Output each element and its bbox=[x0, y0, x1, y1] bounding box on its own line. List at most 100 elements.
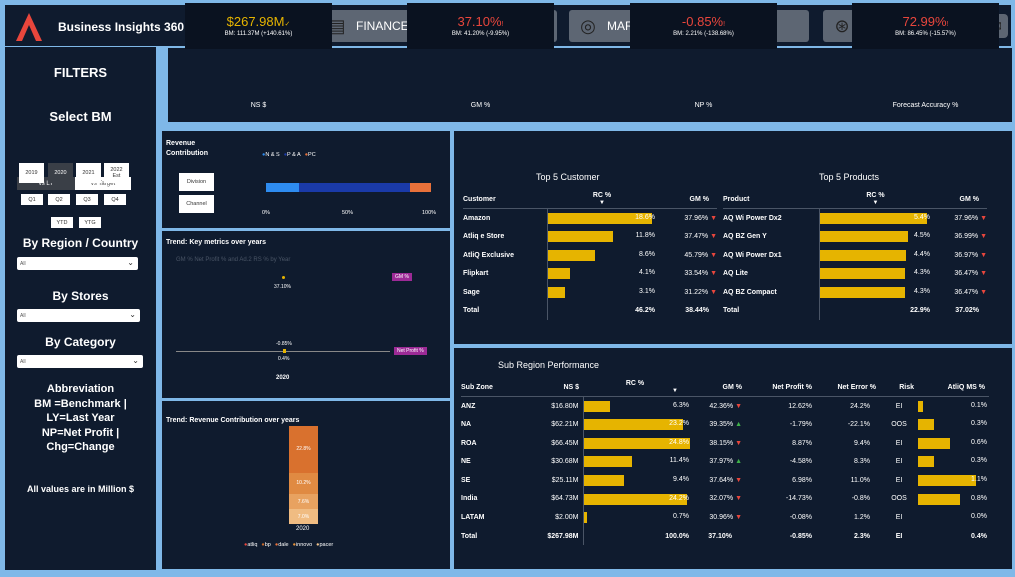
down-triangle-icon: ▼ bbox=[980, 288, 987, 296]
col-header[interactable]: RC % ▼ bbox=[819, 190, 932, 209]
ne-value: 1.2% bbox=[854, 513, 870, 521]
quarter-q1[interactable]: Q1 bbox=[21, 194, 43, 205]
table-row[interactable]: Amazon 18.6% 37.96% ▼ bbox=[463, 208, 717, 228]
total-row: Total 46.2% 38.44% bbox=[463, 301, 717, 321]
col-header[interactable]: Net Error % bbox=[816, 378, 880, 397]
up-triangle-icon: ▲ bbox=[735, 458, 742, 466]
ms-bar bbox=[918, 456, 934, 468]
rc-value: 3.1% bbox=[639, 287, 655, 295]
kpi-card[interactable]: -0.85%! BM: 2.21% (-138.68%) bbox=[630, 3, 777, 49]
table-row[interactable]: NA $62.21M 23.2% 39.35% ▲ -1.79% -22.1% … bbox=[461, 415, 989, 434]
year-2022-est[interactable]: 2022 Est bbox=[104, 163, 129, 183]
col-header[interactable]: AtliQ MS % bbox=[918, 378, 989, 397]
kpi-cards-panel bbox=[168, 48, 1012, 122]
total-label: Total bbox=[463, 307, 480, 315]
gm-value: 39.35% bbox=[709, 420, 734, 428]
kpi-label: NS $ bbox=[250, 102, 267, 109]
table-row[interactable]: Flipkart 4.1% 33.54% ▼ bbox=[463, 264, 717, 283]
np-value: 12.62% bbox=[788, 402, 812, 410]
col-header[interactable]: GM % bbox=[657, 190, 717, 209]
table-row[interactable]: LATAM $2.00M 0.7% 30.96% ▼ -0.08% 1.2% E… bbox=[461, 508, 989, 527]
gm-value: 32.07% bbox=[709, 495, 734, 503]
row-name: AQ Wi Power Dx2 bbox=[723, 214, 782, 222]
rc-bar bbox=[583, 474, 624, 486]
risk-value: EI bbox=[895, 458, 903, 466]
top5-customer-title: Top 5 Customer bbox=[536, 172, 600, 182]
ne-value: 9.4% bbox=[854, 439, 870, 447]
quarter-q4[interactable]: Q4 bbox=[104, 194, 126, 205]
year-2020[interactable]: 2020 bbox=[48, 163, 73, 183]
col-header[interactable]: GM % bbox=[932, 190, 987, 209]
table-row[interactable]: AQ Lite 4.3% 36.47% ▼ bbox=[723, 264, 987, 283]
kpi-card[interactable]: $267.98M✓ BM: 111.37M (+140.61%) bbox=[185, 3, 332, 49]
ms-bar bbox=[918, 437, 950, 449]
tick-100: 100% bbox=[422, 210, 437, 216]
rc-bar bbox=[583, 456, 633, 468]
kpi-benchmark: BM: 41.20% (-9.95%) bbox=[451, 31, 510, 37]
chevron-down-icon: ⌄ bbox=[129, 310, 136, 319]
ns-value: $30.68M bbox=[521, 452, 584, 471]
channel-button[interactable]: Channel bbox=[179, 195, 214, 213]
kpi-label: NP % bbox=[694, 102, 713, 109]
legend-item: ●pacer bbox=[316, 542, 334, 548]
division-button[interactable]: Division bbox=[179, 173, 214, 191]
table-row[interactable]: India $64.73M 24.2% 32.07% ▼ -14.73% -0.… bbox=[461, 489, 989, 509]
sort-desc-icon: ▼ bbox=[599, 200, 605, 207]
down-triangle-icon: ▼ bbox=[980, 270, 987, 278]
kpi-card[interactable]: 37.10%! BM: 41.20% (-9.95%) bbox=[407, 3, 554, 49]
ms-value: 0.3% bbox=[971, 420, 987, 428]
sort-desc-icon: ▼ bbox=[872, 200, 879, 207]
top5-panel: Top 5 Customer Top 5 Products Customer RC… bbox=[454, 131, 1012, 344]
table-row[interactable]: NE $30.68M 11.4% 37.97% ▲ -4.58% 8.3% EI… bbox=[461, 452, 989, 471]
quarter-q2[interactable]: Q2 bbox=[48, 194, 70, 205]
table-row[interactable]: ANZ $16.80M 6.3% 42.36% ▼ 12.62% 24.2% E… bbox=[461, 396, 989, 416]
top5-products-table: Product RC % ▼ GM % AQ Wi Power Dx2 5.4% 37.96… bbox=[723, 190, 987, 321]
down-triangle-icon: ▼ bbox=[735, 513, 742, 521]
table-row[interactable]: Sage 3.1% 31.22% ▼ bbox=[463, 282, 717, 302]
risk-value: EI bbox=[895, 513, 903, 521]
rc-bar bbox=[547, 231, 614, 243]
col-header[interactable]: GM % bbox=[691, 378, 746, 397]
rc-bar bbox=[547, 286, 566, 298]
gm-series-tag: GM % bbox=[392, 273, 412, 281]
gm-value: 37.96% bbox=[954, 214, 979, 222]
ns-value: $64.73M bbox=[521, 489, 584, 509]
risk-value: OOS bbox=[891, 495, 907, 503]
col-header[interactable]: RC % ▼ bbox=[547, 190, 657, 209]
ytd-button[interactable]: YTD bbox=[51, 217, 73, 228]
gm-value: 30.96% bbox=[709, 513, 734, 521]
table-row[interactable]: AQ BZ Compact 4.3% 36.47% ▼ bbox=[723, 282, 987, 302]
col-header[interactable]: Net Profit % bbox=[746, 378, 816, 397]
col-header[interactable]: Sub Zone bbox=[461, 378, 521, 397]
col-header[interactable]: RC % ▼ bbox=[583, 378, 691, 397]
legend-ns: ●N & S bbox=[262, 152, 280, 158]
region-dropdown[interactable]: All ⌄ bbox=[17, 257, 138, 270]
region-dropdown-value: All bbox=[20, 260, 26, 267]
year-2021[interactable]: 2021 bbox=[76, 163, 101, 183]
stores-dropdown[interactable]: All ⌄ bbox=[17, 309, 140, 322]
table-row[interactable]: AQ Wi Power Dx2 5.4% 37.96% ▼ bbox=[723, 208, 987, 228]
rc-bar bbox=[819, 249, 907, 261]
table-row[interactable]: SE $25.11M 9.4% 37.64% ▼ 6.98% 11.0% EI … bbox=[461, 470, 989, 490]
kpi-benchmark: BM: 86.45% (-15.57%) bbox=[895, 31, 956, 37]
kpi-card[interactable]: 72.99%! BM: 86.45% (-15.57%) bbox=[852, 3, 999, 49]
category-dropdown-value: All bbox=[20, 358, 26, 365]
col-header[interactable]: Customer bbox=[463, 190, 547, 209]
col-header[interactable]: NS $ bbox=[521, 378, 583, 397]
col-header[interactable]: Risk bbox=[880, 378, 918, 397]
zone-name: ROA bbox=[461, 439, 477, 447]
table-row[interactable]: Atliq e Store 11.8% 37.47% ▼ bbox=[463, 227, 717, 246]
year-2019[interactable]: 2019 bbox=[19, 163, 44, 183]
table-row[interactable]: AQ Wi Power Dx1 4.4% 36.97% ▼ bbox=[723, 245, 987, 265]
col-header[interactable]: Product bbox=[723, 190, 819, 209]
category-dropdown[interactable]: All ⌄ bbox=[17, 355, 143, 368]
table-row[interactable]: ROA $66.45M 24.8% 38.15% ▼ 8.87% 9.4% EI… bbox=[461, 433, 989, 453]
ytg-button[interactable]: YTG bbox=[79, 217, 101, 228]
zone-name: LATAM bbox=[461, 513, 485, 521]
down-triangle-icon: ▼ bbox=[735, 495, 742, 503]
table-row[interactable]: AtliQ Exclusive 8.6% 45.79% ▼ bbox=[463, 245, 717, 265]
table-row[interactable]: AQ BZ Gen Y 4.5% 36.99% ▼ bbox=[723, 227, 987, 246]
quarter-q3[interactable]: Q3 bbox=[76, 194, 98, 205]
units-note: All values are in Million $ bbox=[26, 484, 135, 494]
ms-bar bbox=[918, 401, 924, 413]
